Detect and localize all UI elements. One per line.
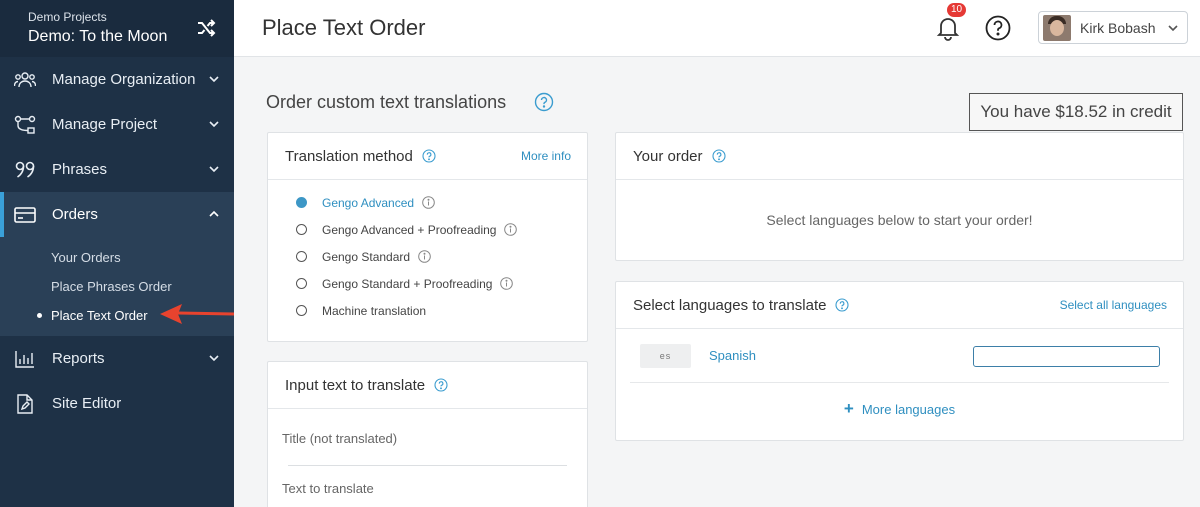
nav-label: Reports bbox=[52, 350, 105, 367]
nav-manage-project[interactable]: Manage Project bbox=[0, 102, 234, 147]
order-empty-message: Select languages below to start your ord… bbox=[766, 212, 1033, 228]
select-all-languages-link[interactable]: Select all languages bbox=[1060, 298, 1167, 312]
top-bar: Place Text Order 10 Kirk Bobash bbox=[234, 0, 1200, 57]
method-label: Gengo Standard + Proofreading bbox=[322, 276, 493, 291]
nav-manage-organization[interactable]: Manage Organization bbox=[0, 57, 234, 102]
info-icon[interactable] bbox=[504, 223, 518, 236]
user-menu[interactable]: Kirk Bobash bbox=[1038, 11, 1188, 44]
language-code: es bbox=[640, 344, 691, 368]
avatar bbox=[1043, 14, 1071, 41]
user-name: Kirk Bobash bbox=[1080, 19, 1156, 36]
quote-icon bbox=[14, 159, 36, 181]
method-label: Gengo Advanced + Proofreading bbox=[322, 222, 497, 237]
project-switcher[interactable]: Demo Projects Demo: To the Moon bbox=[0, 0, 234, 57]
language-text-input[interactable] bbox=[973, 346, 1160, 367]
nav-reports[interactable]: Reports bbox=[0, 336, 234, 381]
chevron-down-icon bbox=[209, 121, 219, 128]
radio-unselected[interactable] bbox=[296, 224, 307, 235]
sidebar-item-label: Place Text Order bbox=[51, 308, 148, 323]
card-title: Translation method bbox=[285, 147, 413, 165]
sidebar-item-place-phrases-order[interactable]: Place Phrases Order bbox=[0, 272, 234, 301]
nav-label: Phrases bbox=[52, 161, 108, 178]
card-title: Input text to translate bbox=[285, 376, 426, 394]
help-circle-icon[interactable] bbox=[711, 149, 726, 163]
current-indicator bbox=[37, 313, 42, 318]
card-header: Your order bbox=[616, 133, 1183, 180]
card-title: Select languages to translate bbox=[633, 296, 827, 314]
card-icon bbox=[14, 204, 36, 226]
chevron-up-icon bbox=[209, 210, 219, 217]
shuffle-icon[interactable] bbox=[196, 18, 216, 38]
nav-label: Orders bbox=[52, 206, 98, 223]
card-header: Translation method More info bbox=[268, 133, 587, 180]
input-text-card: Input text to translate Title (not trans… bbox=[267, 361, 588, 507]
text-to-translate-field[interactable]: Text to translate bbox=[268, 481, 587, 496]
bell-icon[interactable] bbox=[934, 14, 962, 42]
method-option[interactable]: Gengo Advanced + Proofreading bbox=[268, 216, 587, 243]
nav-label: Manage Project bbox=[52, 116, 158, 133]
help-circle-icon[interactable] bbox=[434, 378, 448, 392]
your-order-card: Your order Select languages below to sta… bbox=[615, 132, 1184, 261]
method-option[interactable]: Gengo Advanced bbox=[268, 189, 587, 216]
language-row: es Spanish bbox=[630, 329, 1169, 383]
chevron-down-icon bbox=[209, 355, 219, 362]
bar-chart-icon bbox=[14, 348, 36, 370]
credit-balance: You have $18.52 in credit bbox=[969, 93, 1183, 131]
info-icon[interactable] bbox=[418, 250, 431, 263]
help-circle-icon[interactable] bbox=[422, 149, 436, 163]
more-languages-label: More languages bbox=[861, 401, 956, 417]
select-languages-card: Select languages to translate Select all… bbox=[615, 281, 1184, 441]
method-option[interactable]: Machine translation bbox=[268, 297, 587, 324]
translation-method-card: Translation method More info Gengo Advan… bbox=[267, 132, 588, 342]
method-list: Gengo Advanced Gengo Advanced + Proofrea… bbox=[268, 180, 587, 324]
card-header: Input text to translate bbox=[268, 362, 587, 409]
radio-selected[interactable] bbox=[296, 197, 307, 208]
plus-icon: + bbox=[843, 399, 854, 418]
sidebar: Demo Projects Demo: To the Moon Manage O… bbox=[0, 0, 234, 507]
chevron-down-icon bbox=[1168, 25, 1178, 32]
page-title: Place Text Order bbox=[262, 15, 426, 40]
language-name[interactable]: Spanish bbox=[709, 348, 756, 363]
card-header: Select languages to translate Select all… bbox=[616, 282, 1183, 329]
document-edit-icon bbox=[14, 393, 36, 415]
title-field[interactable]: Title (not translated) bbox=[268, 431, 587, 446]
section-title: Order custom text translations bbox=[266, 92, 507, 112]
help-circle-icon[interactable] bbox=[835, 298, 850, 312]
annotation-arrow-icon bbox=[160, 304, 234, 324]
method-label: Machine translation bbox=[322, 303, 427, 318]
more-info-link[interactable]: More info bbox=[521, 149, 571, 163]
chevron-down-icon bbox=[209, 76, 219, 83]
info-icon[interactable] bbox=[500, 277, 514, 290]
people-icon bbox=[14, 69, 36, 91]
method-option[interactable]: Gengo Standard + Proofreading bbox=[268, 270, 587, 297]
radio-unselected[interactable] bbox=[296, 305, 307, 316]
chevron-down-icon bbox=[209, 166, 219, 173]
method-label: Gengo Standard bbox=[322, 249, 411, 264]
sidebar-item-your-orders[interactable]: Your Orders bbox=[0, 243, 234, 272]
nav-orders[interactable]: Orders bbox=[0, 192, 234, 237]
nav-site-editor[interactable]: Site Editor bbox=[0, 381, 234, 426]
workflow-icon bbox=[14, 114, 36, 136]
more-languages-button[interactable]: + More languages bbox=[616, 383, 1183, 435]
help-icon[interactable] bbox=[985, 15, 1011, 41]
info-icon[interactable] bbox=[422, 196, 435, 209]
card-title: Your order bbox=[633, 147, 703, 165]
method-option[interactable]: Gengo Standard bbox=[268, 243, 587, 270]
radio-unselected[interactable] bbox=[296, 251, 307, 262]
nav-label: Site Editor bbox=[52, 395, 122, 412]
radio-unselected[interactable] bbox=[296, 278, 307, 289]
nav-label: Manage Organization bbox=[52, 71, 196, 88]
notification-badge: 10 bbox=[947, 3, 967, 17]
nav-phrases[interactable]: Phrases bbox=[0, 147, 234, 192]
help-circle-icon[interactable] bbox=[534, 92, 554, 112]
method-label: Gengo Advanced bbox=[322, 195, 415, 210]
